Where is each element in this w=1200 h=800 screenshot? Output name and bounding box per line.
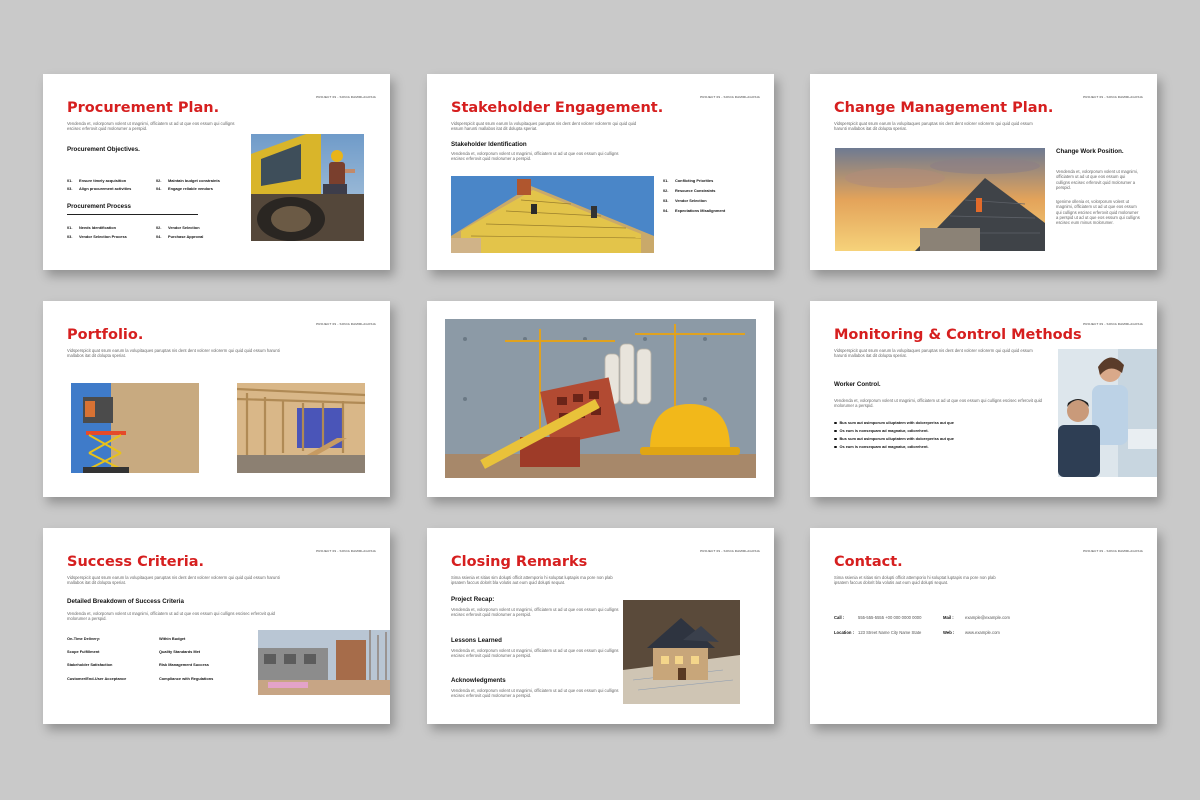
photo-wood-framing <box>237 383 365 473</box>
web-value[interactable]: www.example.com <box>965 630 1000 635</box>
closing-section-body: Vendenda et, volorporum volent ut magnim… <box>451 688 619 699</box>
photo-sunset-roof <box>835 148 1045 251</box>
slide-body: Sima ssienia et sitias sim dolupti offic… <box>834 575 996 586</box>
criteria-item: Customer/End-User Acceptance <box>67 676 127 681</box>
challenge-item: 01. Conflicting Priorities <box>663 178 714 183</box>
slide-body: Vidsperspicit quat ssum earum la volupit… <box>834 121 1033 132</box>
photo-roof-workers <box>451 176 654 253</box>
slide-title: Success Criteria. <box>67 554 205 570</box>
criteria-item: Quality Standards Met <box>159 649 201 654</box>
slide-header-tag: PROJECT 09 - SONIA RAMIRLAGOSIA <box>1083 95 1143 99</box>
process-item: 01. Needs Identification <box>67 225 116 230</box>
process-item: 03. Vendor Selection Process <box>67 234 127 239</box>
slide-title: Closing Remarks <box>451 554 588 570</box>
change-sub-body-2: Igenime ollenia et, volorporum volent ut… <box>1056 199 1140 226</box>
slide-procurement-plan[interactable]: PROJECT 09 - SONIA RAMIRLAGOSIA Procurem… <box>43 74 390 270</box>
slide-portfolio[interactable]: PROJECT 09 - SONIA RAMIRLAGOSIA Portfoli… <box>43 301 390 497</box>
closing-section-body: Vendenda et, volorporum volent ut magnim… <box>451 648 619 659</box>
objective-item: 01. Ensure timely acquisition <box>67 178 127 183</box>
slide-title: Procurement Plan. <box>67 100 220 116</box>
slide-body: Vidsperspicit quat ssum earum la volupit… <box>67 348 280 359</box>
slide-header-tag: PROJECT 09 - SONIA RAMIRLAGOSIA <box>316 322 376 326</box>
slide-header-tag: PROJECT 09 - SONIA RAMIRLAGOSIA <box>316 95 376 99</box>
criteria-item: Risk Management Success <box>159 662 209 667</box>
slide-stakeholder-engagement[interactable]: PROJECT 09 - SONIA RAMIRLAGOSIA Stakehol… <box>427 74 774 270</box>
slide-header-tag: PROJECT 09 - SONIA RAMIRLAGOSIA <box>700 549 760 553</box>
slide-construction-image[interactable] <box>427 301 774 497</box>
slide-change-management-plan[interactable]: PROJECT 09 - SONIA RAMIRLAGOSIA Change M… <box>810 74 1157 270</box>
bullet-item: Bus sum aut asimporum ulluptatem with do… <box>834 436 954 441</box>
call-label: Call : <box>834 615 845 620</box>
mail-value[interactable]: example@example.com <box>965 615 1010 620</box>
success-sub-body: Vendenda et, volorporum volent ut magnim… <box>67 611 276 622</box>
success-subheading: Detailed Breakdown of Success Criteria <box>67 598 184 605</box>
bullet-item: Os eum is nonsequam ad magnatur, odioreh… <box>834 444 929 449</box>
monitoring-sub-body: Vendenda et, volorporum volent ut magnim… <box>834 398 1043 409</box>
slide-body: Vendenda et, volorporum volent ut magnim… <box>67 121 235 132</box>
location-value: 123 Street Name City Name State <box>858 630 922 635</box>
process-heading: Procurement Process <box>67 203 131 210</box>
challenge-item: 02. Resource Constraints <box>663 188 716 193</box>
photo-house-model <box>623 600 740 704</box>
objective-item: 04. Engage reliable vendors <box>156 186 213 191</box>
bullet-item: Os eum is nonsequam ad magnatur, odioreh… <box>834 428 929 433</box>
criteria-item: Compliance with Regulations <box>159 676 214 681</box>
slide-closing-remarks[interactable]: PROJECT 09 - SONIA RAMIRLAGOSIA Closing … <box>427 528 774 724</box>
slide-title: Stakeholder Engagement. <box>451 100 664 116</box>
bullet-item: Bus sum aut asimporum ulluptatem with do… <box>834 420 954 425</box>
photo-construction-tools <box>445 319 756 478</box>
closing-section-body: Vendenda et, volorporum volent ut magnim… <box>451 607 619 618</box>
photo-office-team <box>1058 349 1157 477</box>
change-sub-body: Vendenda et, volorporum volent ut magnim… <box>1056 169 1138 190</box>
call-value[interactable]: 555-555-5555 +00 000 0000 0000 <box>858 615 921 620</box>
slide-header-tag: PROJECT 09 - SONIA RAMIRLAGOSIA <box>1083 322 1143 326</box>
slide-success-criteria[interactable]: PROJECT 09 - SONIA RAMIRLAGOSIA Success … <box>43 528 390 724</box>
challenge-item: 03. Vendor Selection <box>663 198 707 203</box>
objectives-heading: Procurement Objectives. <box>67 146 140 153</box>
slide-title: Portfolio. <box>67 327 144 343</box>
criteria-item: Within Budget <box>159 636 186 641</box>
change-subheading: Change Work Position. <box>1056 148 1124 155</box>
process-item: 04. Purchase Approval <box>156 234 204 239</box>
location-label: Location : <box>834 630 855 635</box>
slide-header-tag: PROJECT 09 - SONIA RAMIRLAGOSIA <box>316 549 376 553</box>
closing-heading: Project Recap: <box>451 596 495 603</box>
mail-label: Mail : <box>943 615 954 620</box>
slide-body: Vidsperspicit quat ssum earum la volupit… <box>451 121 637 132</box>
stakeholder-sub-body: Vendenda et, volorporum volent ut magnim… <box>451 151 619 162</box>
objective-item: 03. Align procurement activities <box>67 186 132 191</box>
photo-building-site <box>258 630 390 695</box>
slide-header-tag: PROJECT 09 - SONIA RAMIRLAGOSIA <box>1083 549 1143 553</box>
slide-title: Monitoring & Control Methods <box>834 327 1082 343</box>
divider <box>67 214 198 215</box>
criteria-item: On-Time Delivery: <box>67 636 101 641</box>
slide-body: Vidsperspicit quat ssum earum la volupit… <box>834 348 1033 359</box>
challenge-item: 04. Expectations Misalignment <box>663 208 726 213</box>
monitoring-subheading: Worker Control. <box>834 381 881 388</box>
closing-heading: Lessons Learned <box>451 637 502 644</box>
process-item: 02. Vendor Selection <box>156 225 200 230</box>
criteria-item: Scope Fulfillment <box>67 649 100 654</box>
objective-item: 02. Maintain budget constraints <box>156 178 220 183</box>
web-label: Web : <box>943 630 955 635</box>
stakeholder-subheading: Stakeholder Identification <box>451 141 527 148</box>
slide-body: Sima ssienia et sitias sim dolupti offic… <box>451 575 613 586</box>
slide-title: Contact. <box>834 554 903 570</box>
photo-scissor-lift <box>71 383 199 473</box>
slide-header-tag: PROJECT 09 - SONIA RAMIRLAGOSIA <box>700 95 760 99</box>
photo-excavator-worker <box>251 134 364 241</box>
slide-body: Vidsperspicit quat ssum earum la volupit… <box>67 575 280 586</box>
slide-monitoring-control[interactable]: PROJECT 09 - SONIA RAMIRLAGOSIA Monitori… <box>810 301 1157 497</box>
slide-title: Change Management Plan. <box>834 100 1054 116</box>
slide-contact[interactable]: PROJECT 09 - SONIA RAMIRLAGOSIA Contact.… <box>810 528 1157 724</box>
criteria-item: Stakeholder Satisfaction <box>67 662 113 667</box>
closing-heading: Acknowledgments <box>451 677 506 684</box>
